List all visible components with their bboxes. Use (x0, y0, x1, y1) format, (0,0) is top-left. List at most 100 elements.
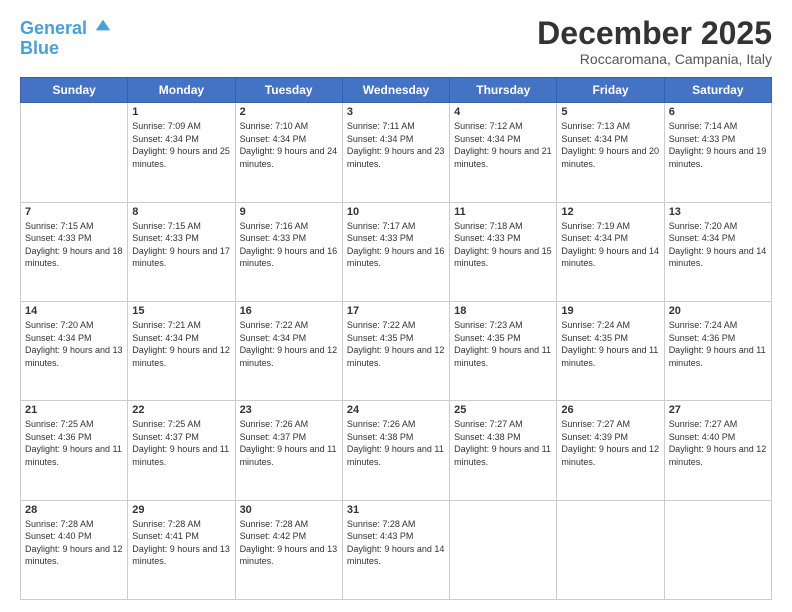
day-info: Sunrise: 7:23 AMSunset: 4:35 PMDaylight:… (454, 319, 552, 369)
day-cell: 22 Sunrise: 7:25 AMSunset: 4:37 PMDayligh… (128, 401, 235, 500)
week-row-1: 1Sunrise: 7:09 AMSunset: 4:34 PMDaylight… (21, 103, 772, 202)
day-number: 8 (132, 206, 230, 218)
calendar-table: Sunday Monday Tuesday Wednesday Thursday… (20, 77, 772, 600)
day-number: 17 (347, 305, 445, 317)
day-info: Sunrise: 7:14 AMSunset: 4:33 PMDaylight:… (669, 120, 767, 170)
day-cell: 3 Sunrise: 7:11 AMSunset: 4:34 PMDaylight… (342, 103, 449, 202)
day-cell: 2 Sunrise: 7:10 AMSunset: 4:34 PMDaylight… (235, 103, 342, 202)
day-info: Sunrise: 7:24 AMSunset: 4:36 PMDaylight:… (669, 319, 767, 369)
day-cell: 8 Sunrise: 7:15 AMSunset: 4:33 PMDaylight… (128, 202, 235, 301)
day-number: 2 (240, 106, 338, 118)
day-number: 9 (240, 206, 338, 218)
day-cell: 13 Sunrise: 7:20 AMSunset: 4:34 PMDayligh… (664, 202, 771, 301)
day-number: 7 (25, 206, 123, 218)
day-info: Sunrise: 7:25 AMSunset: 4:36 PMDaylight:… (25, 418, 123, 468)
day-info: Sunrise: 7:21 AMSunset: 4:34 PMDaylight:… (132, 319, 230, 369)
day-cell (21, 103, 128, 202)
day-cell: 23Sunrise: 7:26 AMSunset: 4:37 PMDayligh… (235, 401, 342, 500)
day-number: 16 (240, 305, 338, 317)
day-cell: 19Sunrise: 7:24 AMSunset: 4:35 PMDayligh… (557, 301, 664, 400)
day-info: Sunrise: 7:27 AMSunset: 4:38 PMDaylight:… (454, 418, 552, 468)
col-friday: Friday (557, 78, 664, 103)
day-number: 18 (454, 305, 552, 317)
day-info: Sunrise: 7:28 AMSunset: 4:42 PMDaylight:… (240, 518, 338, 568)
day-info: Sunrise: 7:09 AMSunset: 4:34 PMDaylight:… (132, 120, 230, 170)
day-number: 27 (669, 404, 767, 416)
day-info: Sunrise: 7:20 AMSunset: 4:34 PMDaylight:… (669, 220, 767, 270)
day-cell: 11 Sunrise: 7:18 AMSunset: 4:33 PMDayligh… (450, 202, 557, 301)
header: General Blue December 2025 Roccaromana, … (20, 16, 772, 67)
logo-general: General (20, 18, 87, 38)
logo-icon (94, 16, 112, 34)
day-number: 26 (561, 404, 659, 416)
day-cell: 30 Sunrise: 7:28 AMSunset: 4:42 PMDayligh… (235, 500, 342, 599)
day-number: 15 (132, 305, 230, 317)
day-cell: 25 Sunrise: 7:27 AMSunset: 4:38 PMDayligh… (450, 401, 557, 500)
col-tuesday: Tuesday (235, 78, 342, 103)
day-info: Sunrise: 7:22 AMSunset: 4:34 PMDaylight:… (240, 319, 338, 369)
logo: General Blue (20, 16, 112, 59)
col-thursday: Thursday (450, 78, 557, 103)
day-cell: 21 Sunrise: 7:25 AMSunset: 4:36 PMDayligh… (21, 401, 128, 500)
day-number: 13 (669, 206, 767, 218)
day-cell (557, 500, 664, 599)
day-cell: 9 Sunrise: 7:16 AMSunset: 4:33 PMDaylight… (235, 202, 342, 301)
day-info: Sunrise: 7:15 AMSunset: 4:33 PMDaylight:… (132, 220, 230, 270)
page: General Blue December 2025 Roccaromana, … (0, 0, 792, 612)
day-number: 31 (347, 504, 445, 516)
day-number: 5 (561, 106, 659, 118)
day-info: Sunrise: 7:28 AMSunset: 4:41 PMDaylight:… (132, 518, 230, 568)
day-number: 29 (132, 504, 230, 516)
day-info: Sunrise: 7:26 AMSunset: 4:38 PMDaylight:… (347, 418, 445, 468)
day-cell: 5Sunrise: 7:13 AMSunset: 4:34 PMDaylight… (557, 103, 664, 202)
day-number: 22 (132, 404, 230, 416)
day-cell: 12 Sunrise: 7:19 AMSunset: 4:34 PMDayligh… (557, 202, 664, 301)
calendar-header-row: Sunday Monday Tuesday Wednesday Thursday… (21, 78, 772, 103)
day-cell: 10 Sunrise: 7:17 AMSunset: 4:33 PMDayligh… (342, 202, 449, 301)
day-cell: 31 Sunrise: 7:28 AMSunset: 4:43 PMDayligh… (342, 500, 449, 599)
day-cell: 26Sunrise: 7:27 AMSunset: 4:39 PMDayligh… (557, 401, 664, 500)
day-number: 21 (25, 404, 123, 416)
day-info: Sunrise: 7:27 AMSunset: 4:40 PMDaylight:… (669, 418, 767, 468)
day-info: Sunrise: 7:12 AMSunset: 4:34 PMDaylight:… (454, 120, 552, 170)
day-cell: 28 Sunrise: 7:28 AMSunset: 4:40 PMDayligh… (21, 500, 128, 599)
day-number: 30 (240, 504, 338, 516)
day-cell: 4 Sunrise: 7:12 AMSunset: 4:34 PMDaylight… (450, 103, 557, 202)
day-cell (664, 500, 771, 599)
day-cell: 24Sunrise: 7:26 AMSunset: 4:38 PMDayligh… (342, 401, 449, 500)
day-number: 12 (561, 206, 659, 218)
day-info: Sunrise: 7:11 AMSunset: 4:34 PMDaylight:… (347, 120, 445, 170)
day-cell: 29 Sunrise: 7:28 AMSunset: 4:41 PMDayligh… (128, 500, 235, 599)
day-info: Sunrise: 7:15 AMSunset: 4:33 PMDaylight:… (25, 220, 123, 270)
col-monday: Monday (128, 78, 235, 103)
day-number: 23 (240, 404, 338, 416)
col-sunday: Sunday (21, 78, 128, 103)
day-info: Sunrise: 7:16 AMSunset: 4:33 PMDaylight:… (240, 220, 338, 270)
title-block: December 2025 Roccaromana, Campania, Ita… (537, 16, 772, 67)
week-row-4: 21 Sunrise: 7:25 AMSunset: 4:36 PMDayligh… (21, 401, 772, 500)
day-info: Sunrise: 7:19 AMSunset: 4:34 PMDaylight:… (561, 220, 659, 270)
day-info: Sunrise: 7:17 AMSunset: 4:33 PMDaylight:… (347, 220, 445, 270)
day-number: 14 (25, 305, 123, 317)
day-cell: 20Sunrise: 7:24 AMSunset: 4:36 PMDayligh… (664, 301, 771, 400)
day-number: 28 (25, 504, 123, 516)
week-row-3: 14Sunrise: 7:20 AMSunset: 4:34 PMDayligh… (21, 301, 772, 400)
col-saturday: Saturday (664, 78, 771, 103)
day-info: Sunrise: 7:10 AMSunset: 4:34 PMDaylight:… (240, 120, 338, 170)
day-cell (450, 500, 557, 599)
day-number: 25 (454, 404, 552, 416)
logo-text: General (20, 16, 112, 39)
day-number: 3 (347, 106, 445, 118)
day-cell: 14Sunrise: 7:20 AMSunset: 4:34 PMDayligh… (21, 301, 128, 400)
day-number: 11 (454, 206, 552, 218)
logo-text-block: General Blue (20, 16, 112, 59)
day-number: 10 (347, 206, 445, 218)
day-info: Sunrise: 7:28 AMSunset: 4:43 PMDaylight:… (347, 518, 445, 568)
day-info: Sunrise: 7:25 AMSunset: 4:37 PMDaylight:… (132, 418, 230, 468)
day-info: Sunrise: 7:24 AMSunset: 4:35 PMDaylight:… (561, 319, 659, 369)
subtitle: Roccaromana, Campania, Italy (537, 51, 772, 67)
day-cell: 16 Sunrise: 7:22 AMSunset: 4:34 PMDayligh… (235, 301, 342, 400)
day-info: Sunrise: 7:18 AMSunset: 4:33 PMDaylight:… (454, 220, 552, 270)
day-info: Sunrise: 7:28 AMSunset: 4:40 PMDaylight:… (25, 518, 123, 568)
day-number: 4 (454, 106, 552, 118)
